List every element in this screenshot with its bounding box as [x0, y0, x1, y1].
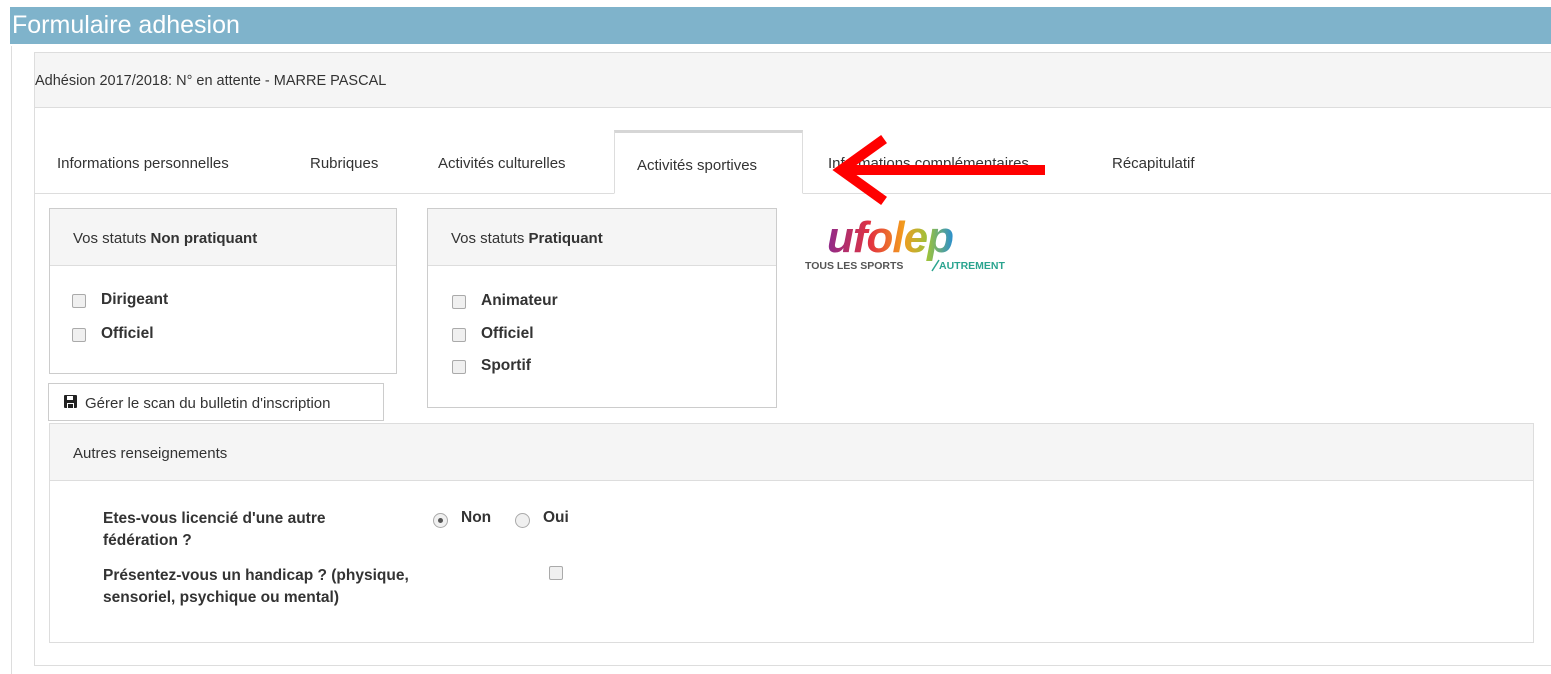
adhesion-heading: Adhésion 2017/2018: N° en attente - MARR… — [34, 52, 1551, 108]
logo-word: ufolep — [827, 213, 953, 262]
panel-title-prefix: Vos statuts — [451, 230, 529, 247]
panel-non-pratiquant-header: Vos statuts Non pratiquant — [50, 209, 396, 266]
ufolep-logo: ufolep TOUS LES SPORTS AUTREMENT — [805, 212, 1035, 274]
tab-informations-personnelles[interactable]: Informations personnelles — [34, 131, 282, 192]
checkbox-animateur[interactable] — [452, 295, 466, 309]
question-autre-federation: Etes-vous licencié d'une autre fédératio… — [103, 508, 325, 552]
panel-title-bold: Pratiquant — [528, 230, 603, 247]
red-arrow-annotation — [832, 135, 1045, 205]
tab-activites-sportives[interactable]: Activités sportives — [614, 130, 803, 194]
checkbox-label: Dirigeant — [101, 291, 169, 308]
tab-label: Rubriques — [310, 155, 379, 172]
tab-activites-culturelles[interactable]: Activités culturelles — [418, 131, 614, 192]
question-line: sensoriel, psychique ou mental) — [103, 589, 340, 606]
tab-recapitulatif[interactable]: Récapitulatif — [1094, 131, 1234, 192]
radio-oui-label: Oui — [543, 509, 569, 526]
checkbox-officiel-pratiquant[interactable] — [452, 328, 466, 342]
window-title-bar: Formulaire adhesion — [10, 7, 1551, 44]
panel-title-bold: Non pratiquant — [150, 230, 258, 247]
tab-label: Récapitulatif — [1112, 155, 1195, 172]
radio-non[interactable] — [433, 513, 448, 528]
panel-autres-title: Autres renseignements — [73, 445, 228, 462]
tab-label: Activités sportives — [637, 157, 758, 174]
tab-bar: Informations personnelles Rubriques Acti… — [34, 130, 1551, 194]
question-line: Etes-vous licencié d'une autre — [103, 510, 326, 527]
question-line: Présentez-vous un handicap ? (physique, — [103, 567, 409, 584]
checkbox-dirigeant[interactable] — [72, 294, 86, 308]
panel-autres-renseignements: Autres renseignements Etes-vous licencié… — [49, 423, 1534, 643]
question-handicap: Présentez-vous un handicap ? (physique, … — [103, 565, 409, 609]
tab-label: Informations personnelles — [57, 155, 229, 172]
logo-tagline-left: TOUS LES SPORTS — [805, 260, 903, 272]
radio-oui[interactable] — [515, 513, 530, 528]
tab-rubriques[interactable]: Rubriques — [292, 131, 410, 192]
ufolep-logo-graphic: ufolep TOUS LES SPORTS AUTREMENT — [805, 213, 1005, 272]
question-line: fédération ? — [103, 532, 192, 549]
checkbox-officiel-non-pratiquant[interactable] — [72, 328, 86, 342]
panel-pratiquant: Vos statuts Pratiquant Animateur Officie… — [427, 208, 777, 408]
panel-autres-header: Autres renseignements — [50, 424, 1533, 481]
panel-non-pratiquant-title: Vos statuts Non pratiquant — [73, 230, 257, 247]
checkbox-label: Officiel — [481, 325, 534, 342]
floppy-disk-icon — [64, 395, 77, 408]
logo-tagline-right: AUTREMENT — [939, 260, 1005, 272]
manage-scan-button-label: Gérer le scan du bulletin d'inscription — [85, 395, 331, 412]
adhesion-heading-text: Adhésion 2017/2018: N° en attente - MARR… — [35, 73, 387, 89]
checkbox-sportif[interactable] — [452, 360, 466, 374]
checkbox-label: Sportif — [481, 357, 531, 374]
window-title: Formulaire adhesion — [12, 11, 240, 39]
tab-label: Activités culturelles — [438, 155, 566, 172]
radio-non-label: Non — [461, 509, 492, 526]
panel-non-pratiquant: Vos statuts Non pratiquant Dirigeant Off… — [49, 208, 397, 374]
panel-title-prefix: Vos statuts — [73, 230, 151, 247]
checkbox-label: Officiel — [101, 325, 154, 342]
panel-pratiquant-title: Vos statuts Pratiquant — [451, 230, 603, 247]
panel-pratiquant-header: Vos statuts Pratiquant — [428, 209, 776, 266]
checkbox-handicap[interactable] — [549, 566, 563, 580]
manage-scan-button[interactable]: Gérer le scan du bulletin d'inscription — [48, 383, 384, 421]
checkbox-label: Animateur — [481, 292, 558, 309]
